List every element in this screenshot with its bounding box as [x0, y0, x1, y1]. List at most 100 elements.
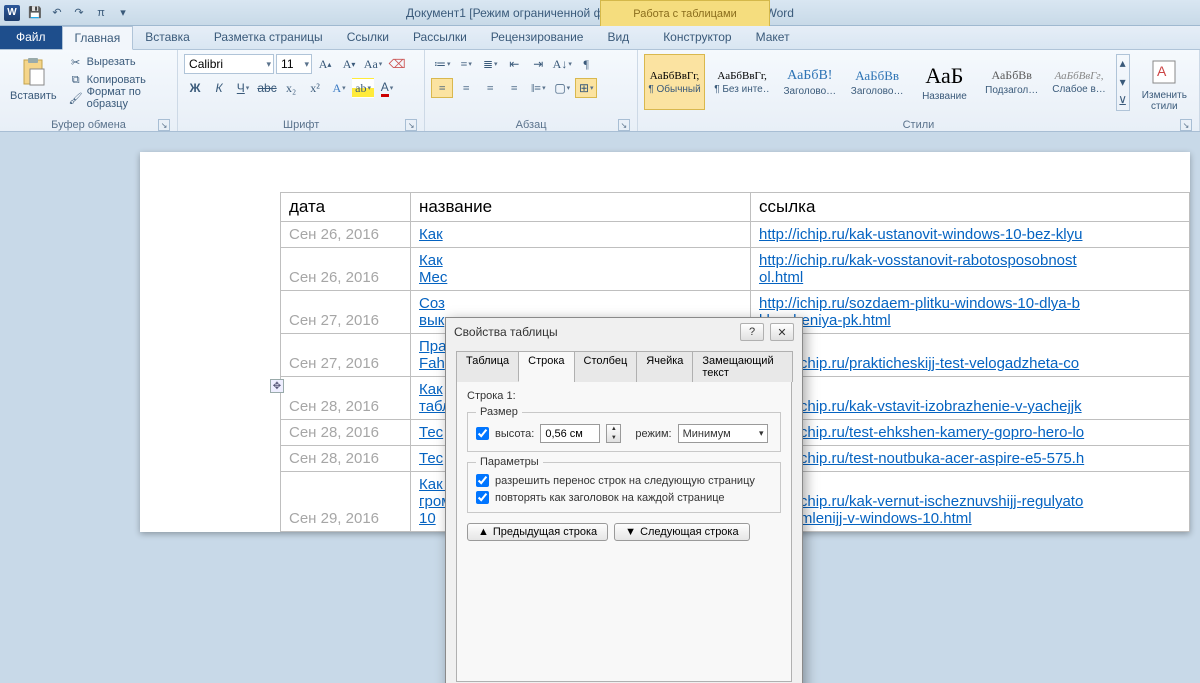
borders-button[interactable]: ⊞ — [575, 78, 597, 98]
tab-mailings[interactable]: Рассылки — [401, 25, 479, 49]
bullets-button[interactable]: ≔ — [431, 54, 453, 74]
tab-layout[interactable]: Разметка страницы — [202, 25, 335, 49]
equation-icon[interactable]: π — [92, 4, 110, 22]
height-spinner[interactable]: ▲▼ — [606, 424, 621, 443]
italic-button[interactable]: К — [208, 78, 230, 98]
save-icon[interactable]: 💾 — [26, 4, 44, 22]
quick-access-toolbar: 💾 ↶ ↷ π ▾ — [26, 4, 132, 22]
dtab-column[interactable]: Столбец — [574, 351, 638, 382]
brush-icon: 🖌 — [69, 91, 83, 105]
height-checkbox[interactable] — [476, 427, 489, 440]
show-marks-button[interactable]: ¶ — [575, 54, 597, 74]
styles-scroll-down[interactable]: ▾ — [1117, 74, 1129, 91]
col-link: ссылка — [751, 193, 1190, 222]
highlight-button[interactable]: ab — [352, 78, 374, 98]
svg-text:A: A — [1157, 63, 1167, 79]
table-properties-dialog: Свойства таблицы ? ✕ Таблица Строка Стол… — [445, 317, 803, 683]
repeat-header-checkbox[interactable] — [476, 491, 489, 504]
format-painter-button[interactable]: 🖌Формат по образцу — [67, 90, 171, 106]
superscript-button[interactable]: x² — [304, 78, 326, 98]
table-row: Сен 26, 2016КакMechttp://ichip.ru/kak-vo… — [281, 248, 1190, 291]
change-case-button[interactable]: Aa — [362, 54, 384, 74]
clipboard-launcher[interactable]: ↘ — [158, 119, 170, 131]
contextual-tab-table-tools: Работа с таблицами — [600, 0, 770, 26]
dialog-title: Свойства таблицы — [454, 325, 558, 339]
dtab-alt-text[interactable]: Замещающий текст — [692, 351, 793, 382]
align-left-button[interactable]: ≡ — [431, 78, 453, 98]
paste-button[interactable]: Вставить — [6, 54, 61, 104]
sort-button[interactable]: A↓ — [551, 54, 573, 74]
title-bar: W 💾 ↶ ↷ π ▾ Документ1 [Режим ограниченно… — [0, 0, 1200, 26]
tab-design[interactable]: Конструктор — [651, 25, 743, 49]
text-effects-button[interactable]: A — [328, 78, 350, 98]
style-title[interactable]: АаБНазвание — [914, 54, 975, 110]
dialog-panel: Строка 1: Размер высота: ▲▼ режим: Миним… — [456, 382, 792, 682]
tab-view[interactable]: Вид — [595, 25, 641, 49]
table-row: Сен 26, 2016Какhttp://ichip.ru/kak-ustan… — [281, 222, 1190, 248]
font-color-button[interactable]: A — [376, 78, 398, 98]
copy-icon: ⧉ — [69, 73, 83, 87]
undo-icon[interactable]: ↶ — [48, 4, 66, 22]
style-subtle-emphasis[interactable]: АаБбВвГг,Слабое в… — [1048, 54, 1109, 110]
shading-button[interactable]: ▢ — [551, 78, 573, 98]
style-no-spacing[interactable]: АаБбВвГг,¶ Без инте… — [711, 54, 773, 110]
qat-customize-icon[interactable]: ▾ — [114, 4, 132, 22]
tab-home[interactable]: Главная — [62, 26, 134, 50]
numbering-button[interactable]: ≡ — [455, 54, 477, 74]
decrease-indent-button[interactable]: ⇤ — [503, 54, 525, 74]
close-button[interactable]: ✕ — [770, 323, 794, 341]
line-spacing-button[interactable]: ‖≡ — [527, 78, 549, 98]
group-paragraph: ≔ ≡ ≣ ⇤ ⇥ A↓ ¶ ≡ ≡ ≡ ≡ ‖≡ ▢ ⊞ Абзац ↘ — [425, 50, 638, 131]
subscript-button[interactable]: x₂ — [280, 78, 302, 98]
grow-font-button[interactable]: A▴ — [314, 54, 336, 74]
allow-break-checkbox[interactable] — [476, 474, 489, 487]
ribbon: Вставить ✂Вырезать ⧉Копировать 🖌Формат п… — [0, 50, 1200, 132]
style-heading2[interactable]: АаБбВвЗаголово… — [846, 54, 907, 110]
next-row-button[interactable]: ▼Следующая строка — [614, 523, 749, 541]
style-heading1[interactable]: АаБбВ!Заголово… — [779, 54, 840, 110]
redo-icon[interactable]: ↷ — [70, 4, 88, 22]
group-font: Calibri 11 A▴ A▾ Aa ⌫ Ж К Ч abc x₂ x² A … — [178, 50, 425, 131]
word-app-icon: W — [4, 5, 20, 21]
style-normal[interactable]: АаБбВвГг,¶ Обычный — [644, 54, 705, 110]
table-header-row: дата название ссылка — [281, 193, 1190, 222]
file-tab[interactable]: Файл — [0, 25, 62, 49]
align-right-button[interactable]: ≡ — [479, 78, 501, 98]
strikethrough-button[interactable]: abc — [256, 78, 278, 98]
help-button[interactable]: ? — [740, 323, 764, 341]
styles-scroll-up[interactable]: ▴ — [1117, 55, 1129, 72]
change-styles-icon: A — [1148, 56, 1180, 88]
tab-table-layout[interactable]: Макет — [744, 25, 802, 49]
font-name-combo[interactable]: Calibri — [184, 54, 274, 74]
dtab-table[interactable]: Таблица — [456, 351, 519, 382]
change-styles-button[interactable]: A Изменить стили — [1136, 54, 1193, 114]
params-fieldset: Параметры разрешить перенос строк на сле… — [467, 456, 781, 513]
dtab-cell[interactable]: Ячейка — [636, 351, 693, 382]
clear-formatting-button[interactable]: ⌫ — [386, 54, 408, 74]
tab-references[interactable]: Ссылки — [335, 25, 401, 49]
justify-button[interactable]: ≡ — [503, 78, 525, 98]
underline-button[interactable]: Ч — [232, 78, 254, 98]
align-center-button[interactable]: ≡ — [455, 78, 477, 98]
shrink-font-button[interactable]: A▾ — [338, 54, 360, 74]
height-mode-select[interactable]: Минимум — [678, 424, 768, 443]
styles-gallery-expand[interactable]: ⊻ — [1117, 93, 1129, 110]
tab-review[interactable]: Рецензирование — [479, 25, 596, 49]
group-styles: АаБбВвГг,¶ Обычный АаБбВвГг,¶ Без инте… … — [638, 50, 1200, 131]
bold-button[interactable]: Ж — [184, 78, 206, 98]
styles-launcher[interactable]: ↘ — [1180, 119, 1192, 131]
height-input[interactable] — [540, 424, 600, 443]
dialog-titlebar[interactable]: Свойства таблицы ? ✕ — [446, 318, 802, 346]
paragraph-launcher[interactable]: ↘ — [618, 119, 630, 131]
document-area: дата название ссылка Сен 26, 2016Какhttp… — [0, 132, 1200, 683]
style-subtitle[interactable]: АаБбВвПодзагол… — [981, 54, 1042, 110]
increase-indent-button[interactable]: ⇥ — [527, 54, 549, 74]
multilevel-list-button[interactable]: ≣ — [479, 54, 501, 74]
cut-button[interactable]: ✂Вырезать — [67, 54, 171, 70]
dtab-row[interactable]: Строка — [518, 351, 574, 382]
font-size-combo[interactable]: 11 — [276, 54, 312, 74]
tab-insert[interactable]: Вставка — [133, 25, 202, 49]
previous-row-button[interactable]: ▲Предыдущая строка — [467, 523, 608, 541]
font-launcher[interactable]: ↘ — [405, 119, 417, 131]
table-move-handle-icon[interactable]: ✥ — [270, 379, 284, 393]
